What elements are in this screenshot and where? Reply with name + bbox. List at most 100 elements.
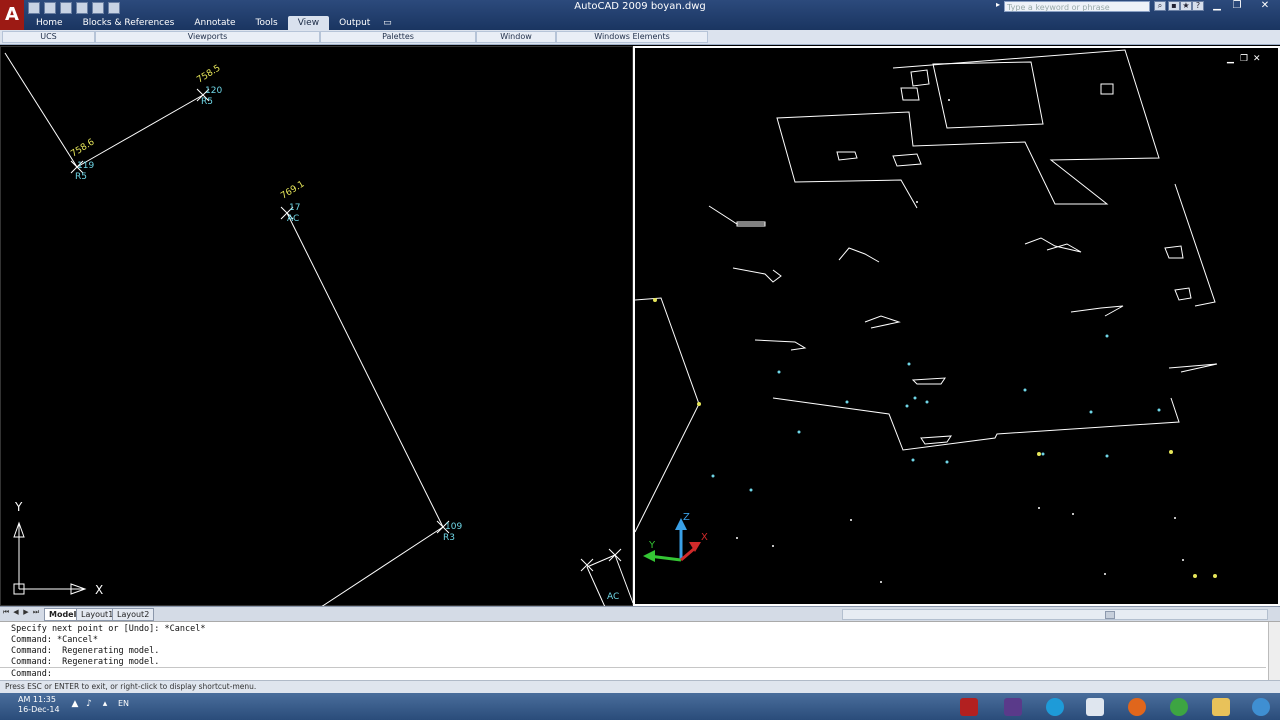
building-outline[interactable] xyxy=(900,87,920,101)
scrollbar-thumb[interactable] xyxy=(1105,611,1115,619)
search-icon[interactable]: ⌕ xyxy=(1154,1,1166,11)
volume-icon[interactable]: ♪ xyxy=(84,699,94,709)
point-code-label: AC xyxy=(287,214,299,224)
taskbar-explorer-icon[interactable] xyxy=(1202,694,1240,719)
feature-line[interactable] xyxy=(1024,237,1082,253)
polyline-segment[interactable] xyxy=(4,52,78,168)
feature-line[interactable] xyxy=(732,267,782,283)
taskbar-skype-icon[interactable] xyxy=(1036,694,1074,719)
feature-line[interactable] xyxy=(1070,305,1124,317)
first-layout-icon[interactable]: ⏮ xyxy=(2,608,10,617)
tab-layout2[interactable]: Layout2 xyxy=(112,608,155,621)
polyline-segment[interactable] xyxy=(320,526,444,607)
building-outline[interactable] xyxy=(1174,287,1192,301)
undo-icon[interactable] xyxy=(92,2,104,14)
restore-window-icon[interactable]: ❐ xyxy=(1228,0,1246,12)
status-message: Press ESC or ENTER to exit, or right-cli… xyxy=(5,682,257,691)
survey-point-markers-white xyxy=(736,99,1184,583)
ribbon-tab-output[interactable]: Output xyxy=(329,16,380,30)
feature-line[interactable] xyxy=(1168,363,1218,373)
print-icon[interactable] xyxy=(76,2,88,14)
ribbon-tab-annotate[interactable]: Annotate xyxy=(184,16,245,30)
viewport-right[interactable]: Z Y X ▁ ❐ ✕ xyxy=(633,46,1280,606)
panel-ucs[interactable]: UCS xyxy=(2,31,95,43)
save-icon[interactable] xyxy=(60,2,72,14)
drawing-canvas-right[interactable]: Z Y X xyxy=(635,48,1278,604)
feature-line[interactable] xyxy=(838,247,880,263)
ribbon-tab-blocks-references[interactable]: Blocks & References xyxy=(73,16,185,30)
panel-palettes[interactable]: Palettes xyxy=(320,31,476,43)
gizmo-x-label: X xyxy=(701,532,708,543)
open-file-icon[interactable] xyxy=(44,2,56,14)
road-edge[interactable] xyxy=(635,297,700,533)
feature-line[interactable] xyxy=(864,315,901,329)
taskbar-chrome-icon[interactable] xyxy=(1160,694,1198,719)
building-outline[interactable] xyxy=(776,49,1160,209)
panel-window[interactable]: Window xyxy=(476,31,556,43)
point-code-label: R5 xyxy=(201,97,213,107)
drawing-canvas-left[interactable]: 758.5 120 R5 758.6 119 R5 769.1 17 AC 10… xyxy=(1,47,634,607)
command-window-scrollbar[interactable] xyxy=(1268,622,1280,680)
feature-line[interactable] xyxy=(920,435,952,445)
taskbar-autocad-icon[interactable] xyxy=(950,694,988,719)
next-layout-icon[interactable]: ▶ xyxy=(22,608,30,616)
boundary-line[interactable] xyxy=(772,397,1180,451)
taskbar-app-icon[interactable] xyxy=(994,694,1032,719)
building-outline[interactable] xyxy=(1100,83,1114,95)
viewport-close-icon[interactable]: ✕ xyxy=(1253,54,1261,64)
ribbon-tab-home[interactable]: Home xyxy=(26,16,73,30)
building-outline[interactable] xyxy=(836,151,858,161)
building-outline[interactable] xyxy=(1164,245,1184,259)
survey-point-marker[interactable] xyxy=(608,548,622,562)
close-window-icon[interactable]: ✕ xyxy=(1256,0,1274,12)
ribbon-tab-tools[interactable]: Tools xyxy=(246,16,288,30)
command-prompt-label: Command: xyxy=(11,669,52,679)
last-layout-icon[interactable]: ⏭ xyxy=(32,608,40,617)
ribbon-tabs: Home Blocks & References Annotate Tools … xyxy=(26,16,394,30)
prev-layout-icon[interactable]: ◀ xyxy=(12,608,20,616)
network-icon[interactable]: ▲ xyxy=(70,699,80,709)
favorites-icon[interactable]: ★ xyxy=(1180,1,1192,11)
new-file-icon[interactable] xyxy=(28,2,40,14)
horizontal-scrollbar[interactable] xyxy=(842,609,1268,620)
point-code-label: AC xyxy=(607,592,619,602)
command-input[interactable]: Command: xyxy=(0,667,1266,680)
application-menu-button[interactable]: A xyxy=(0,0,24,30)
survey-point-markers-yellow xyxy=(653,298,1217,578)
feature-line[interactable] xyxy=(708,205,765,225)
panel-windows-elements[interactable]: Windows Elements xyxy=(556,31,708,43)
wall-line[interactable] xyxy=(1174,183,1216,307)
feature-line[interactable] xyxy=(911,377,946,385)
building-outline[interactable] xyxy=(932,61,1044,129)
survey-point-markers xyxy=(711,334,1161,492)
system-clock[interactable]: AM 11:35 16-Dec-14 xyxy=(18,695,60,715)
os-taskbar: AM 11:35 16-Dec-14 ▲ ♪ ▴ EN xyxy=(0,693,1280,720)
ribbon-minimize-icon[interactable]: ▭ xyxy=(380,16,394,30)
language-indicator[interactable]: EN xyxy=(118,699,129,708)
point-id-label: 109 xyxy=(445,522,462,532)
search-arrow-icon[interactable]: ▸ xyxy=(996,0,1000,9)
taskbar-firefox-icon[interactable] xyxy=(1118,694,1156,719)
polyline-segment[interactable] xyxy=(76,94,204,168)
help-icon[interactable]: ? xyxy=(1192,1,1204,11)
redo-icon[interactable] xyxy=(108,2,120,14)
feature-line[interactable] xyxy=(754,339,807,351)
viewport-maximize-icon[interactable]: ❐ xyxy=(1240,54,1248,64)
minimize-window-icon[interactable]: ▁ xyxy=(1208,0,1226,12)
point-code-label: R3 xyxy=(443,533,455,543)
tray-expand-icon[interactable]: ▴ xyxy=(100,699,110,709)
viewport-minimize-icon[interactable]: ▁ xyxy=(1227,54,1234,64)
ribbon-tab-view[interactable]: View xyxy=(287,16,330,30)
polyline-segment[interactable] xyxy=(286,212,444,528)
taskbar-document-icon[interactable] xyxy=(1076,694,1114,719)
building-outline[interactable] xyxy=(892,153,922,167)
polyline-segment[interactable] xyxy=(586,566,606,607)
building-outline[interactable] xyxy=(910,69,930,87)
search-input[interactable]: Type a keyword or phrase xyxy=(1004,1,1150,12)
point-elevation-label: 758.6 xyxy=(69,137,96,159)
start-button[interactable] xyxy=(1242,694,1280,719)
viewport-left[interactable]: 758.5 120 R5 758.6 119 R5 769.1 17 AC 10… xyxy=(0,46,634,607)
command-history-line: Command: *Cancel* xyxy=(11,635,98,645)
panel-viewports[interactable]: Viewports xyxy=(95,31,320,43)
communication-center-icon[interactable]: ▪ xyxy=(1168,1,1180,11)
